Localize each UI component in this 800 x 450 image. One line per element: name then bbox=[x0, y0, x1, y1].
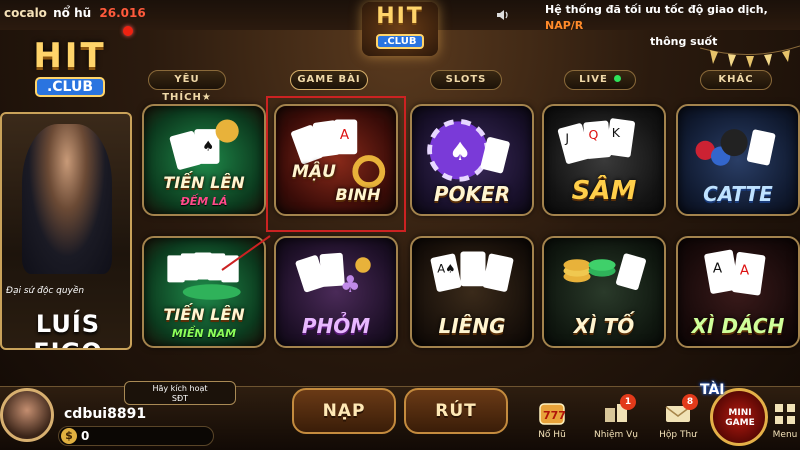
tab-live[interactable]: LIVE bbox=[564, 70, 636, 90]
activate-line1: Hãy kích hoạt bbox=[152, 384, 208, 393]
jackpot-777-icon: 777 bbox=[539, 403, 566, 425]
svg-text:♣: ♣ bbox=[340, 272, 361, 298]
ambassador-tagline: Đại sứ độc quyền bbox=[6, 286, 85, 296]
game-tile-lieng[interactable]: A♠ LIÊNG bbox=[410, 236, 534, 348]
notification-dot bbox=[123, 26, 133, 36]
top-logo: HIT .CLUB bbox=[362, 2, 438, 56]
game-tile-mau-binh[interactable]: A MẬU BINH bbox=[274, 104, 398, 216]
game-tile-xi-dach[interactable]: A A XÌ DÁCH bbox=[676, 236, 800, 348]
balance-value: 0 bbox=[81, 429, 90, 443]
username: cdbui8891 bbox=[64, 406, 147, 422]
menu-button[interactable]: Menu bbox=[770, 398, 800, 450]
ambassador-banner[interactable]: Đại sứ độc quyền LUÍS FIGO bbox=[0, 112, 132, 350]
svg-text:A: A bbox=[713, 261, 723, 277]
menu-mailbox-label: Hộp Thư bbox=[659, 430, 697, 440]
svg-text:A: A bbox=[740, 263, 750, 279]
game-tile-poker[interactable]: ♠ POKER bbox=[410, 104, 534, 216]
svg-text:777: 777 bbox=[543, 409, 566, 422]
game-tile-xi-to[interactable]: XÌ TỐ bbox=[542, 236, 666, 348]
mini-game-label: MINI GAME bbox=[722, 408, 758, 428]
live-dot-icon bbox=[613, 75, 621, 82]
game-label: TIẾN LÊN bbox=[163, 305, 245, 324]
category-tabs: YÊU THÍCH★ GAME BÀI SLOTS LIVE KHÁC bbox=[140, 70, 800, 103]
ambassador-photo bbox=[22, 124, 112, 274]
svg-text:A: A bbox=[340, 127, 350, 143]
brand-logo-hit: HIT bbox=[33, 36, 107, 76]
bunting-decoration bbox=[700, 45, 800, 68]
game-sub-label: MIỀN NAM bbox=[171, 327, 237, 340]
game-sub-label: ĐẾM LÁ bbox=[180, 195, 228, 208]
game-sub-label: BINH bbox=[335, 185, 381, 204]
game-tile-phom[interactable]: ♣ PHỎM bbox=[274, 236, 398, 348]
menu-button-label: Menu bbox=[772, 430, 798, 440]
menu-missions-label: Nhiệm Vụ bbox=[594, 430, 638, 440]
tab-card-games[interactable]: GAME BÀI bbox=[290, 70, 368, 90]
withdraw-button[interactable]: RÚT bbox=[404, 388, 508, 434]
brand-logo-club: .CLUB bbox=[34, 77, 106, 97]
game-label: XÌ TỐ bbox=[573, 314, 635, 338]
game-label: TIẾN LÊN bbox=[163, 173, 245, 192]
ambassador-name: LUÍS FIGO bbox=[33, 310, 101, 348]
game-tile-sam[interactable]: J Q K SÂM bbox=[542, 104, 666, 216]
game-label: POKER bbox=[433, 182, 511, 206]
game-label: CATTE bbox=[703, 182, 773, 206]
tab-other[interactable]: KHÁC bbox=[700, 70, 772, 90]
ticker-text: Hệ thống đã tối ưu tốc độ giao dịch, bbox=[545, 3, 768, 16]
mini-game-tai-label: TÀI bbox=[700, 382, 725, 398]
tab-favorites[interactable]: YÊU THÍCH★ bbox=[148, 70, 226, 103]
menu-jackpot[interactable]: 777 Nổ Hũ bbox=[522, 398, 582, 450]
svg-text:♠: ♠ bbox=[202, 138, 214, 154]
mini-game-line1: MINI bbox=[728, 408, 752, 418]
game-tile-catte[interactable]: CATTE bbox=[676, 104, 800, 216]
menu-missions[interactable]: 1 Nhiệm Vụ bbox=[586, 394, 646, 450]
ticker-highlight: NAP/R bbox=[545, 19, 584, 32]
svg-text:Q: Q bbox=[589, 127, 599, 142]
menu-jackpot-label: Nổ Hũ bbox=[538, 430, 566, 440]
jackpot-user: cocalo bbox=[4, 6, 47, 20]
game-label: MẬU bbox=[292, 162, 336, 182]
activate-phone-button[interactable]: Hãy kích hoạt SĐT bbox=[124, 381, 236, 405]
game-tile-tien-len-dem-la[interactable]: ♠ TIẾN LÊN ĐẾM LÁ bbox=[142, 104, 266, 216]
svg-text:♠: ♠ bbox=[449, 137, 471, 166]
menu-grid-icon bbox=[775, 404, 795, 424]
mini-game-line2: GAME bbox=[725, 418, 755, 428]
coin-icon: $ bbox=[61, 428, 77, 444]
svg-text:K: K bbox=[612, 125, 621, 140]
game-label: XÌ DÁCH bbox=[691, 314, 785, 338]
missions-badge: 1 bbox=[620, 394, 636, 410]
brand-logo: HIT .CLUB bbox=[14, 36, 126, 110]
jackpot-amount: 26.016 bbox=[99, 6, 146, 20]
tab-slots[interactable]: SLOTS bbox=[430, 70, 502, 90]
deposit-button[interactable]: NẠP bbox=[292, 388, 396, 434]
speaker-icon[interactable] bbox=[496, 8, 510, 22]
game-label: PHỎM bbox=[301, 314, 371, 338]
game-label: LIÊNG bbox=[438, 314, 506, 338]
activate-line2: SĐT bbox=[171, 394, 189, 403]
jackpot-label: nổ hũ bbox=[53, 6, 92, 20]
svg-text:A♠: A♠ bbox=[437, 262, 455, 276]
jackpot-announcement: cocalo nổ hũ 26.016 bbox=[4, 6, 146, 20]
logo-hit-text: HIT bbox=[376, 4, 424, 29]
mini-game-button[interactable]: TÀI MINI GAME bbox=[700, 382, 774, 448]
tab-live-label: LIVE bbox=[579, 74, 608, 85]
svg-text:J: J bbox=[564, 131, 569, 146]
balance-field: $ 0 bbox=[58, 426, 214, 446]
logo-club-text: .CLUB bbox=[375, 34, 425, 49]
game-label: SÂM bbox=[571, 176, 637, 206]
avatar[interactable] bbox=[0, 388, 54, 442]
mailbox-badge: 8 bbox=[682, 394, 698, 410]
pointer-arrow bbox=[221, 235, 271, 271]
menu-mailbox[interactable]: 8 Hộp Thư bbox=[648, 394, 708, 450]
